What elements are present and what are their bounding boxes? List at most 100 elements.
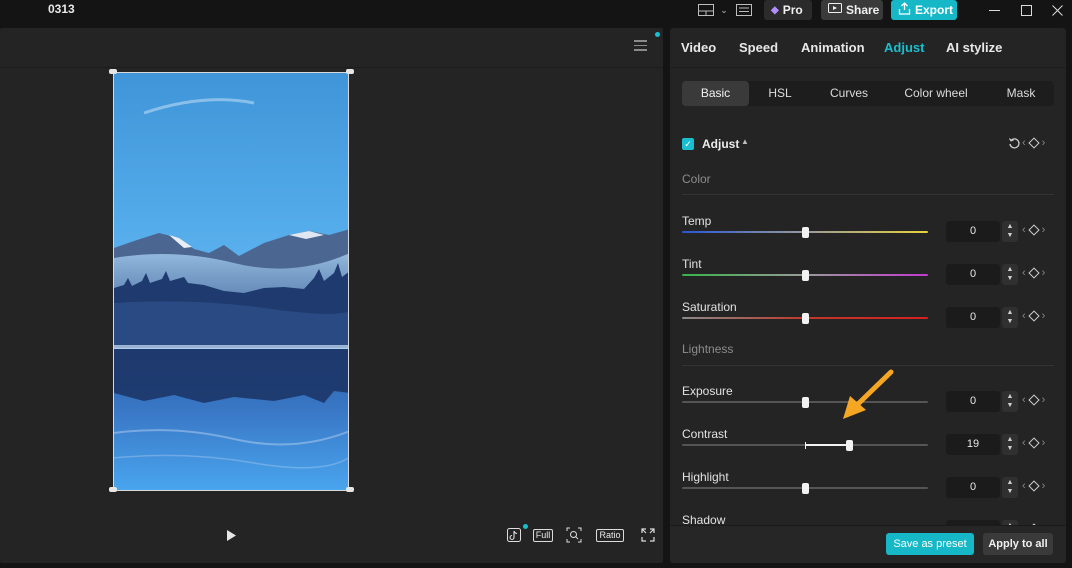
play-icon[interactable] (224, 526, 238, 544)
keyframe-diamond-icon[interactable] (1028, 480, 1040, 492)
next-keyframe-icon[interactable]: › (1042, 394, 1046, 406)
next-keyframe-icon[interactable]: › (1042, 137, 1046, 149)
apply-to-all-button[interactable]: Apply to all (983, 533, 1053, 555)
crop-handle-bottom-left[interactable] (109, 487, 117, 492)
ratio-button[interactable]: Ratio (596, 526, 624, 544)
notification-dot (655, 32, 660, 37)
keyframe-controls: ‹› (1022, 224, 1045, 236)
stepper-arrows-icon[interactable]: ▲▼ (1002, 307, 1018, 328)
value-input-exposure[interactable]: 0 (946, 391, 1000, 412)
ratio-label: Ratio (596, 528, 624, 542)
subtab-color-wheel[interactable]: Color wheel (894, 81, 978, 106)
keyframe-controls: ‹› (1022, 310, 1045, 322)
reset-icon[interactable] (1008, 137, 1021, 153)
tiktok-icon[interactable] (506, 526, 522, 544)
share-button[interactable]: Share (821, 0, 883, 20)
tab-speed[interactable]: Speed (739, 40, 778, 55)
stepper-arrows-icon[interactable]: ▲▼ (1002, 434, 1018, 455)
keyframe-diamond-icon[interactable] (1028, 137, 1040, 149)
preview-controls: Full Ratio (0, 522, 663, 558)
keyframe-diamond-icon[interactable] (1028, 224, 1040, 236)
export-button[interactable]: Export (891, 0, 957, 20)
slider-thumb-highlight[interactable] (801, 482, 809, 494)
video-preview[interactable] (113, 72, 349, 491)
slider-thumb-temp[interactable] (801, 226, 809, 238)
prev-keyframe-icon[interactable]: ‹ (1022, 394, 1026, 406)
stepper-arrows-icon[interactable]: ▲▼ (1002, 221, 1018, 242)
next-keyframe-icon[interactable]: › (1042, 437, 1046, 449)
next-keyframe-icon[interactable]: › (1042, 267, 1046, 279)
prev-keyframe-icon[interactable]: ‹ (1022, 224, 1026, 236)
collapse-caret-icon[interactable]: ▲ (741, 137, 749, 146)
value-input-temp[interactable]: 0 (946, 221, 1000, 242)
diamond-gem-icon: ◆ (771, 4, 779, 16)
value-input-contrast[interactable]: 19 (946, 434, 1000, 455)
full-quality-button[interactable]: Full (532, 526, 554, 544)
tab-ai-stylize[interactable]: AI stylize (946, 40, 1002, 55)
keyframe-diamond-icon[interactable] (1028, 267, 1040, 279)
chevron-down-icon[interactable]: ⌄ (719, 1, 729, 19)
keyframe-diamond-icon[interactable] (1028, 437, 1040, 449)
next-keyframe-icon[interactable]: › (1042, 480, 1046, 492)
keyframe-controls: ‹› (1022, 480, 1045, 492)
value-input-tint[interactable]: 0 (946, 264, 1000, 285)
next-keyframe-icon[interactable]: › (1042, 310, 1046, 322)
keyframe-controls: ‹› (1022, 437, 1045, 449)
slider-thumb-contrast[interactable] (845, 439, 853, 451)
value-input-saturation[interactable]: 0 (946, 307, 1000, 328)
tab-video[interactable]: Video (681, 40, 716, 55)
slider-thumb-saturation[interactable] (801, 312, 809, 324)
stepper-arrows-icon[interactable]: ▲▼ (1002, 391, 1018, 412)
close-button[interactable] (1047, 1, 1067, 19)
layout-icon[interactable] (697, 1, 715, 19)
pro-button[interactable]: ◆ Pro (764, 0, 812, 20)
tab-adjust[interactable]: Adjust (884, 40, 924, 55)
save-as-preset-button[interactable]: Save as preset (886, 533, 974, 555)
crop-handle-bottom-right[interactable] (346, 487, 354, 492)
keyframe-diamond-icon[interactable] (1028, 394, 1040, 406)
stepper-arrows-icon[interactable]: ▲▼ (1002, 477, 1018, 498)
subtab-hsl[interactable]: HSL (756, 81, 804, 106)
subtab-basic[interactable]: Basic (682, 81, 749, 106)
stepper-arrows-icon[interactable]: ▲▼ (1002, 264, 1018, 285)
adjust-keyframe-controls: ‹ › (1022, 137, 1045, 149)
value-input-highlight[interactable]: 0 (946, 477, 1000, 498)
next-keyframe-icon[interactable]: › (1042, 224, 1046, 236)
tab-animation[interactable]: Animation (801, 40, 865, 55)
prev-keyframe-icon[interactable]: ‹ (1022, 310, 1026, 322)
slider-thumb-tint[interactable] (801, 269, 809, 281)
crop-handle-top-right[interactable] (346, 69, 354, 74)
slider-thumb-exposure[interactable] (801, 396, 809, 408)
inspector-panel: Video Speed Animation Adjust AI stylize … (670, 28, 1066, 563)
subtab-curves[interactable]: Curves (819, 81, 879, 106)
prev-keyframe-icon[interactable]: ‹ (1022, 267, 1026, 279)
slider-label-highlight: Highlight (682, 470, 729, 484)
slider-label-temp: Temp (682, 214, 712, 228)
slider-label-saturation: Saturation (682, 300, 737, 314)
maximize-button[interactable] (1016, 1, 1036, 19)
panel-footer: Save as preset Apply to all (670, 525, 1066, 563)
slider-label-contrast: Contrast (682, 427, 728, 441)
keyboard-icon[interactable] (735, 1, 753, 19)
tiktok-badge-dot (523, 524, 528, 529)
slider-fill (805, 444, 850, 446)
crop-handle-top-left[interactable] (109, 69, 117, 74)
section-divider (682, 194, 1054, 195)
fullscreen-icon[interactable] (640, 526, 656, 544)
section-divider (682, 365, 1054, 366)
share-screen-icon (828, 2, 842, 18)
prev-keyframe-icon[interactable]: ‹ (1022, 137, 1026, 149)
preview-panel: Full Ratio (0, 28, 663, 563)
adjust-header: ✓ Adjust ▲ ‹ › (682, 136, 1054, 152)
menu-icon[interactable] (634, 40, 647, 51)
prev-keyframe-icon[interactable]: ‹ (1022, 437, 1026, 449)
adjust-subtabs: Basic HSL Curves Color wheel Mask (682, 81, 1054, 106)
keyframe-diamond-icon[interactable] (1028, 310, 1040, 322)
slider-zero-tick (805, 441, 806, 449)
zoom-fit-icon[interactable] (565, 526, 583, 544)
prev-keyframe-icon[interactable]: ‹ (1022, 480, 1026, 492)
subtab-mask[interactable]: Mask (994, 81, 1048, 106)
minimize-button[interactable] (984, 1, 1004, 19)
keyframe-controls: ‹› (1022, 267, 1045, 279)
adjust-enable-checkbox[interactable]: ✓ (682, 138, 694, 150)
